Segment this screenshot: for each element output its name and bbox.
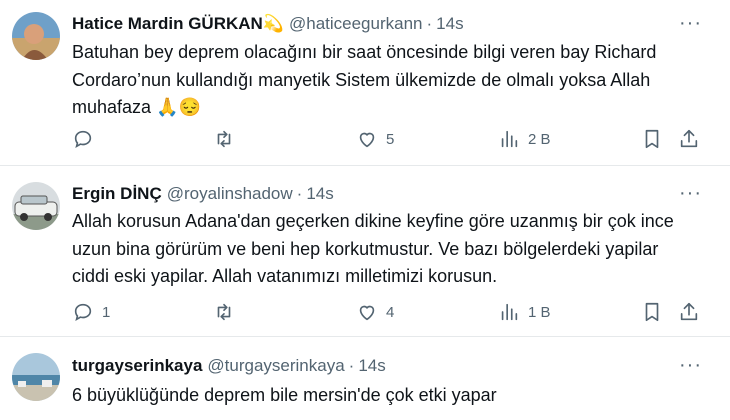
- views-button[interactable]: 1 B: [498, 301, 551, 323]
- heart-icon: [359, 305, 375, 321]
- view-count: 1 B: [528, 303, 551, 321]
- views-chart-icon: [501, 303, 518, 321]
- reply-icon: [74, 303, 92, 322]
- separator-dot: ·: [296, 184, 303, 203]
- avatar[interactable]: [12, 12, 60, 60]
- bookmark-button[interactable]: [641, 128, 663, 150]
- avatar[interactable]: [12, 182, 60, 230]
- like-count: 5: [386, 130, 395, 148]
- tweet-actions: 5 2 B: [72, 128, 712, 152]
- author-name-emoji: 💫: [262, 14, 284, 33]
- more-options-button[interactable]: ···: [679, 354, 702, 377]
- retweet-button[interactable]: [213, 301, 243, 323]
- retweet-icon: [217, 303, 231, 321]
- reply-button[interactable]: 1: [72, 301, 110, 323]
- avatar[interactable]: [12, 353, 60, 401]
- more-options-button[interactable]: ···: [679, 12, 702, 35]
- tweet-actions: 1 4 1 B: [72, 301, 712, 325]
- reply-button[interactable]: [72, 128, 102, 150]
- tweet-text: Batuhan bey deprem olacağını bir saat ön…: [72, 42, 657, 117]
- retweet-button[interactable]: [213, 128, 243, 150]
- author-handle[interactable]: @royalinshadow: [167, 184, 293, 204]
- tweet-text: 6 büyüklüğünde deprem bile mersin'de çok…: [72, 385, 497, 405]
- tweet[interactable]: Hatice Mardin GÜRKAN 💫 @haticeegurkann ·…: [0, 0, 730, 165]
- reply-icon: [74, 130, 92, 149]
- like-button[interactable]: 4: [356, 301, 394, 323]
- tweet-text: Allah korusun Adana'dan geçerken dikine …: [72, 211, 674, 286]
- like-count: 4: [386, 303, 395, 321]
- tweet[interactable]: turgayserinkaya @turgayserinkaya · 14s ·…: [0, 337, 730, 420]
- views-chart-icon: [501, 130, 518, 148]
- like-button[interactable]: 5: [356, 128, 394, 150]
- author-handle[interactable]: @turgayserinkaya: [207, 356, 344, 376]
- view-count: 2 B: [528, 130, 551, 148]
- author-name[interactable]: turgayserinkaya: [72, 356, 202, 376]
- views-button[interactable]: 2 B: [498, 128, 551, 150]
- bookmark-icon: [645, 129, 659, 149]
- heart-icon: [359, 132, 375, 148]
- author-name[interactable]: Ergin DİNÇ: [72, 184, 162, 204]
- separator-dot: ·: [426, 14, 433, 33]
- reply-count: 1: [102, 303, 111, 321]
- separator-dot: ·: [348, 356, 355, 375]
- timestamp[interactable]: 14s: [306, 184, 333, 204]
- share-button[interactable]: [678, 301, 700, 323]
- bookmark-icon: [645, 302, 659, 322]
- bookmark-button[interactable]: [641, 301, 663, 323]
- timestamp[interactable]: 14s: [358, 356, 385, 376]
- author-handle[interactable]: @haticeegurkann: [289, 14, 423, 34]
- tweet[interactable]: Ergin DİNÇ @royalinshadow · 14s ··· Alla…: [0, 166, 730, 336]
- timestamp[interactable]: 14s: [436, 14, 463, 34]
- share-icon: [680, 302, 698, 321]
- more-options-button[interactable]: ···: [679, 182, 702, 205]
- author-name[interactable]: Hatice Mardin GÜRKAN: [72, 14, 263, 34]
- share-icon: [680, 129, 698, 148]
- retweet-icon: [217, 130, 231, 148]
- share-button[interactable]: [678, 128, 700, 150]
